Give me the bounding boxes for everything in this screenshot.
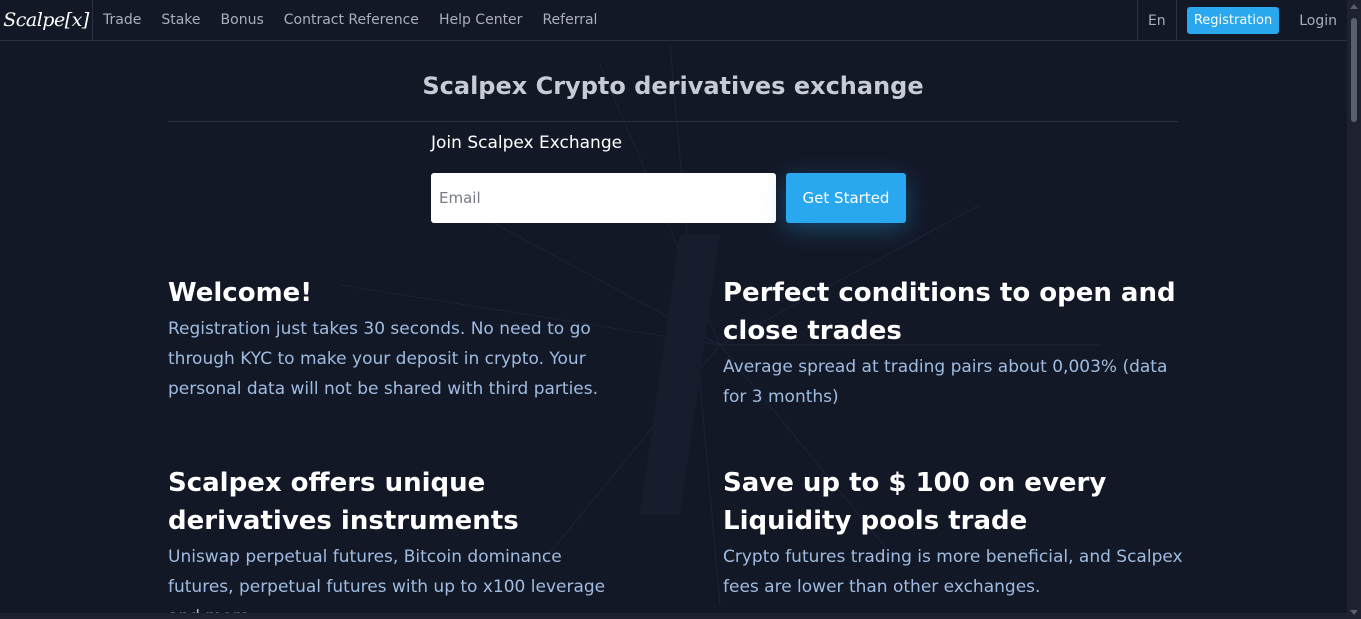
nav-link-stake[interactable]: Stake	[161, 12, 200, 28]
nav-link-bonus[interactable]: Bonus	[221, 12, 264, 28]
nav-link-trade[interactable]: Trade	[103, 12, 141, 28]
nav-links: Trade Stake Bonus Contract Reference Hel…	[103, 12, 617, 28]
feature-title: Welcome!	[168, 278, 313, 308]
feature-title: Scalpex offers unique derivatives instru…	[168, 468, 519, 536]
feature-perfect-conditions: Perfect conditions to open and close tra…	[723, 274, 1183, 412]
feature-text: Registration just takes 30 seconds. No n…	[168, 319, 599, 399]
email-field[interactable]	[431, 173, 776, 223]
feature-text: Average spread at trading pairs about 0,…	[723, 357, 1168, 407]
vertical-scrollbar[interactable]	[1347, 0, 1361, 619]
nav-link-help-center[interactable]: Help Center	[439, 12, 523, 28]
login-link[interactable]: Login	[1299, 13, 1337, 29]
language-selector[interactable]: En	[1136, 0, 1177, 41]
feature-title: Save up to $ 100 on every Liquidity pool…	[723, 468, 1107, 536]
scroll-up-arrow-icon[interactable]	[1350, 4, 1358, 9]
feature-text: Uniswap perpetual futures, Bitcoin domin…	[168, 547, 606, 619]
scrollbar-thumb[interactable]	[1351, 18, 1357, 122]
feature-save-fees: Save up to $ 100 on every Liquidity pool…	[723, 464, 1183, 602]
join-label: Join Scalpex Exchange	[431, 133, 623, 153]
horizontal-scrollbar[interactable]	[0, 613, 1347, 619]
feature-text: Crypto futures trading is more beneficia…	[723, 547, 1183, 597]
nav-link-referral[interactable]: Referral	[542, 12, 597, 28]
registration-button[interactable]: Registration	[1186, 7, 1280, 34]
feature-unique-instruments: Scalpex offers unique derivatives instru…	[168, 464, 628, 619]
feature-welcome: Welcome! Registration just takes 30 seco…	[168, 274, 628, 404]
feature-title: Perfect conditions to open and close tra…	[723, 278, 1176, 346]
top-navigation: Scalpe[x] Trade Stake Bonus Contract Ref…	[0, 0, 1347, 41]
title-divider	[168, 121, 1178, 122]
get-started-button[interactable]: Get Started	[786, 173, 906, 223]
nav-link-contract-reference[interactable]: Contract Reference	[284, 12, 419, 28]
scalpex-logo[interactable]: Scalpe[x]	[0, 0, 93, 41]
nav-right: En Registration Login	[1136, 0, 1347, 41]
scroll-down-arrow-icon[interactable]	[1350, 610, 1358, 615]
page-title: Scalpex Crypto derivatives exchange	[422, 72, 924, 100]
